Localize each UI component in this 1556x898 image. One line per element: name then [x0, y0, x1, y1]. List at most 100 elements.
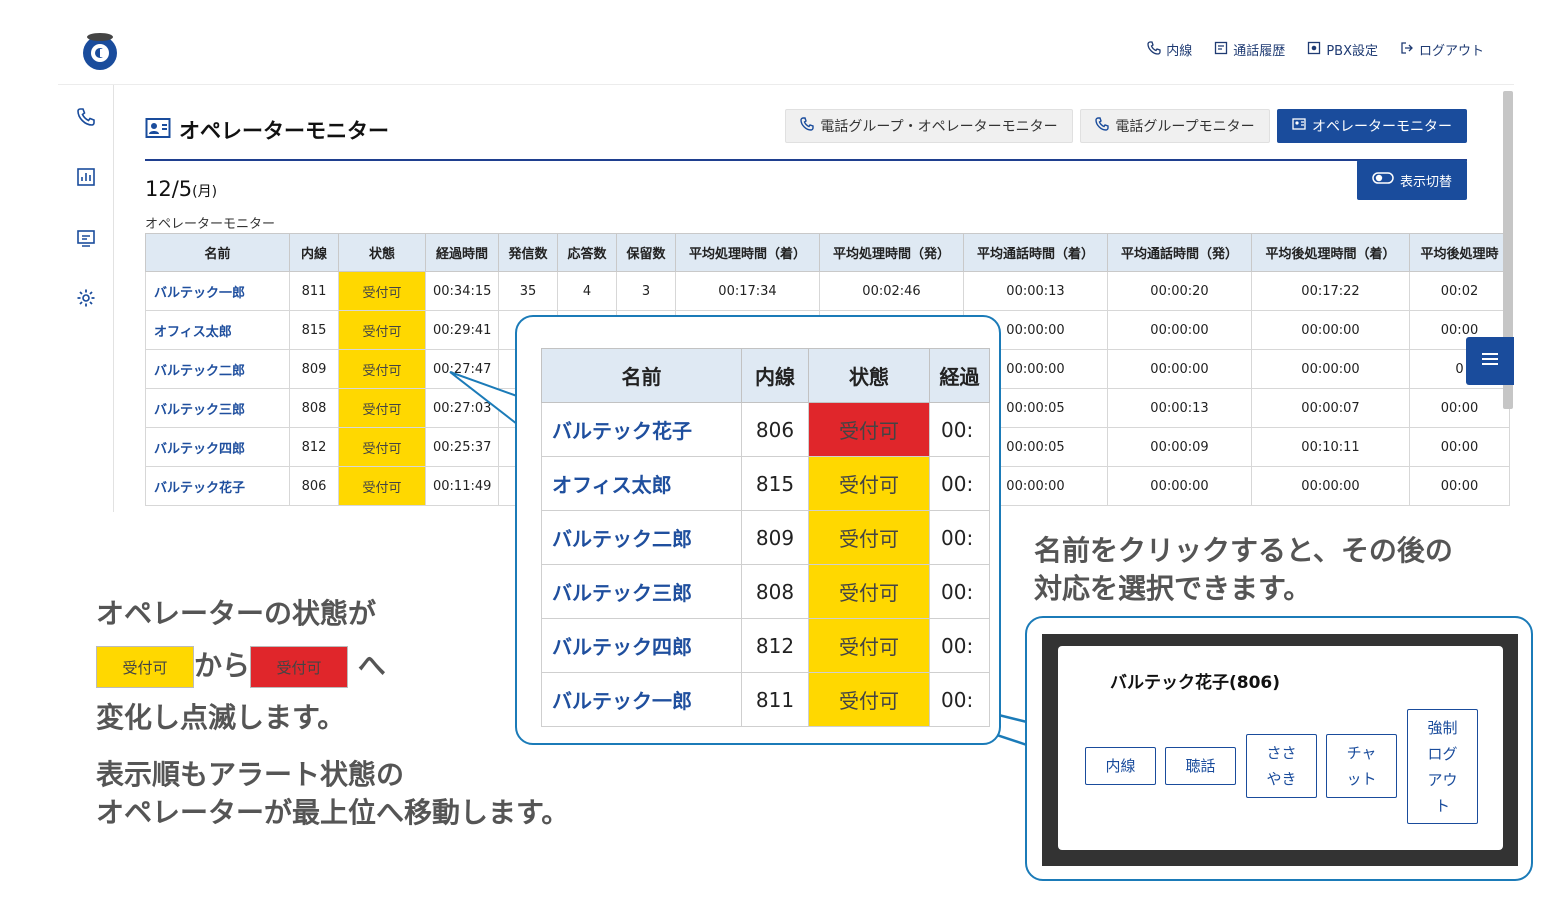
column-header: 状態: [808, 348, 930, 403]
table-cell: 00:: [929, 672, 990, 727]
table-row: オフィス太郎 815 受付可 00:: [541, 456, 990, 511]
extension-button[interactable]: 内線: [1085, 747, 1156, 785]
status-cell: 受付可: [338, 349, 426, 389]
table-cell: 812: [289, 427, 339, 467]
operator-name-link[interactable]: オフィス太郎: [145, 310, 290, 350]
zoom-header-row: 名前 内線 状態 経過: [541, 348, 990, 403]
page-title: オペレーターモニター: [145, 115, 389, 145]
table-cell: 815: [289, 310, 339, 350]
order-note: 表示順もアラート状態の オペレーターが最上位へ移動します。: [96, 756, 569, 832]
column-header: 名前: [541, 348, 742, 403]
button-label: 内線: [1105, 757, 1136, 775]
button-label: ささやき: [1266, 744, 1297, 788]
phone-icon: [1095, 117, 1110, 135]
operator-name-link[interactable]: バルテック二郎: [145, 349, 290, 389]
table-row: バルテック二郎 809 受付可 00:: [541, 510, 990, 565]
force-logout-button[interactable]: 強制ログアウト: [1407, 709, 1478, 824]
note-line-3: 変化し点滅します。: [96, 701, 346, 734]
tab-label: 電話グループモニター: [1115, 119, 1255, 135]
phone-icon[interactable]: [76, 107, 96, 127]
status-note: オペレーターの状態が 受付可 から 受付可 へ 変化し点滅します。: [96, 588, 386, 744]
app-logo: [80, 30, 120, 72]
table-cell: 00:17:22: [1251, 271, 1410, 311]
table-cell: 808: [741, 564, 809, 619]
menu-button[interactable]: [1466, 337, 1514, 385]
operator-card-icon: [145, 117, 171, 144]
column-header: 発信数: [498, 233, 558, 272]
column-header: 平均後処理時: [1409, 233, 1510, 272]
table-cell: 00:00:00: [1251, 466, 1410, 506]
table-cell: 00:: [929, 564, 990, 619]
status-cell-alert: 受付可: [808, 402, 930, 457]
operator-name-link[interactable]: バルテック一郎: [541, 672, 742, 727]
operator-name-link[interactable]: バルテック花子: [145, 466, 290, 506]
operator-name-link[interactable]: バルテック一郎: [145, 271, 290, 311]
nav-pbx-settings-label: PBX設定: [1326, 44, 1378, 59]
table-cell: 00:: [929, 510, 990, 565]
chat-button[interactable]: チャット: [1326, 734, 1397, 798]
status-chip-ok: 受付可: [96, 646, 194, 688]
note-line-2: 受付可 から 受付可 へ: [96, 640, 386, 692]
table-cell: 00:00:07: [1251, 388, 1410, 428]
monitor-icon[interactable]: [76, 228, 96, 248]
listen-button[interactable]: 聴話: [1165, 747, 1236, 785]
operator-name-link[interactable]: オフィス太郎: [541, 456, 742, 511]
table-cell: 4: [557, 271, 617, 311]
nav-logout[interactable]: ログアウト: [1400, 40, 1484, 59]
date-display: 12/5(月): [145, 177, 217, 201]
tab-group-operator-monitor[interactable]: 電話グループ・オペレーターモニター: [785, 109, 1073, 143]
table-cell: 00:00:00: [1107, 349, 1252, 389]
tab-label: オペレーターモニター: [1312, 119, 1452, 135]
chart-icon[interactable]: [76, 167, 96, 187]
toggle-icon: [1372, 172, 1394, 188]
nav-pbx-settings[interactable]: PBX設定: [1307, 40, 1378, 59]
operator-name-link[interactable]: バルテック三郎: [541, 564, 742, 619]
operator-name-link[interactable]: バルテック二郎: [541, 510, 742, 565]
operator-name-link[interactable]: バルテック四郎: [145, 427, 290, 467]
note-right-2: 対応を選択できます。: [1034, 572, 1312, 605]
table-cell: 806: [289, 466, 339, 506]
hamburger-icon: [1480, 351, 1500, 371]
column-header: 名前: [145, 233, 290, 272]
table-cell: 812: [741, 618, 809, 673]
column-header: 平均処理時間（発）: [819, 233, 964, 272]
operator-name-link[interactable]: バルテック三郎: [145, 388, 290, 428]
whisper-button[interactable]: ささやき: [1246, 734, 1317, 798]
table-cell: 00:10:11: [1251, 427, 1410, 467]
note-line-1: オペレーターの状態が: [96, 597, 377, 630]
column-header: 平均後処理時間（着）: [1251, 233, 1410, 272]
nav-extension[interactable]: 内線: [1147, 40, 1192, 59]
table-cell: 00:17:34: [675, 271, 820, 311]
column-header: 平均処理時間（着）: [675, 233, 820, 272]
table-row: バルテック三郎 808 受付可 00:: [541, 564, 990, 619]
operator-name-link[interactable]: バルテック四郎: [541, 618, 742, 673]
history-icon: [1214, 41, 1228, 59]
table-cell: 00:00:00: [1107, 310, 1252, 350]
table-cell: 00:27:03: [425, 388, 499, 428]
tab-operator-monitor[interactable]: オペレーターモニター: [1277, 109, 1467, 143]
status-cell: 受付可: [338, 271, 426, 311]
column-header: 経過時間: [425, 233, 499, 272]
settings-box-icon: [1307, 41, 1321, 59]
table-cell: 00:02: [1409, 271, 1510, 311]
table-cell: 00:00:13: [1107, 388, 1252, 428]
table-cell: 00:00: [1409, 466, 1510, 506]
display-toggle-button[interactable]: 表示切替: [1357, 160, 1467, 200]
table-cell: 00:11:49: [425, 466, 499, 506]
page-title-text: オペレーターモニター: [179, 119, 389, 143]
status-chip-alert: 受付可: [250, 646, 349, 688]
column-header: 状態: [338, 233, 426, 272]
button-label: チャット: [1346, 744, 1377, 788]
status-cell: 受付可: [808, 564, 930, 619]
table-cell: 00:00: [1409, 427, 1510, 467]
note-from: から: [194, 649, 251, 682]
table-cell: 00:02:46: [819, 271, 964, 311]
table-cell: 00:00:00: [1107, 466, 1252, 506]
table-cell: 00:00:00: [1251, 310, 1410, 350]
gear-icon[interactable]: [76, 288, 96, 308]
nav-call-history[interactable]: 通話履歴: [1214, 40, 1285, 59]
tab-group-monitor[interactable]: 電話グループモニター: [1080, 109, 1270, 143]
operator-action-dialog: バルテック花子(806) 内線 聴話 ささやき チャット 強制ログアウト: [1058, 646, 1503, 850]
operator-name-link[interactable]: バルテック花子: [541, 402, 742, 457]
logout-icon: [1400, 41, 1414, 59]
